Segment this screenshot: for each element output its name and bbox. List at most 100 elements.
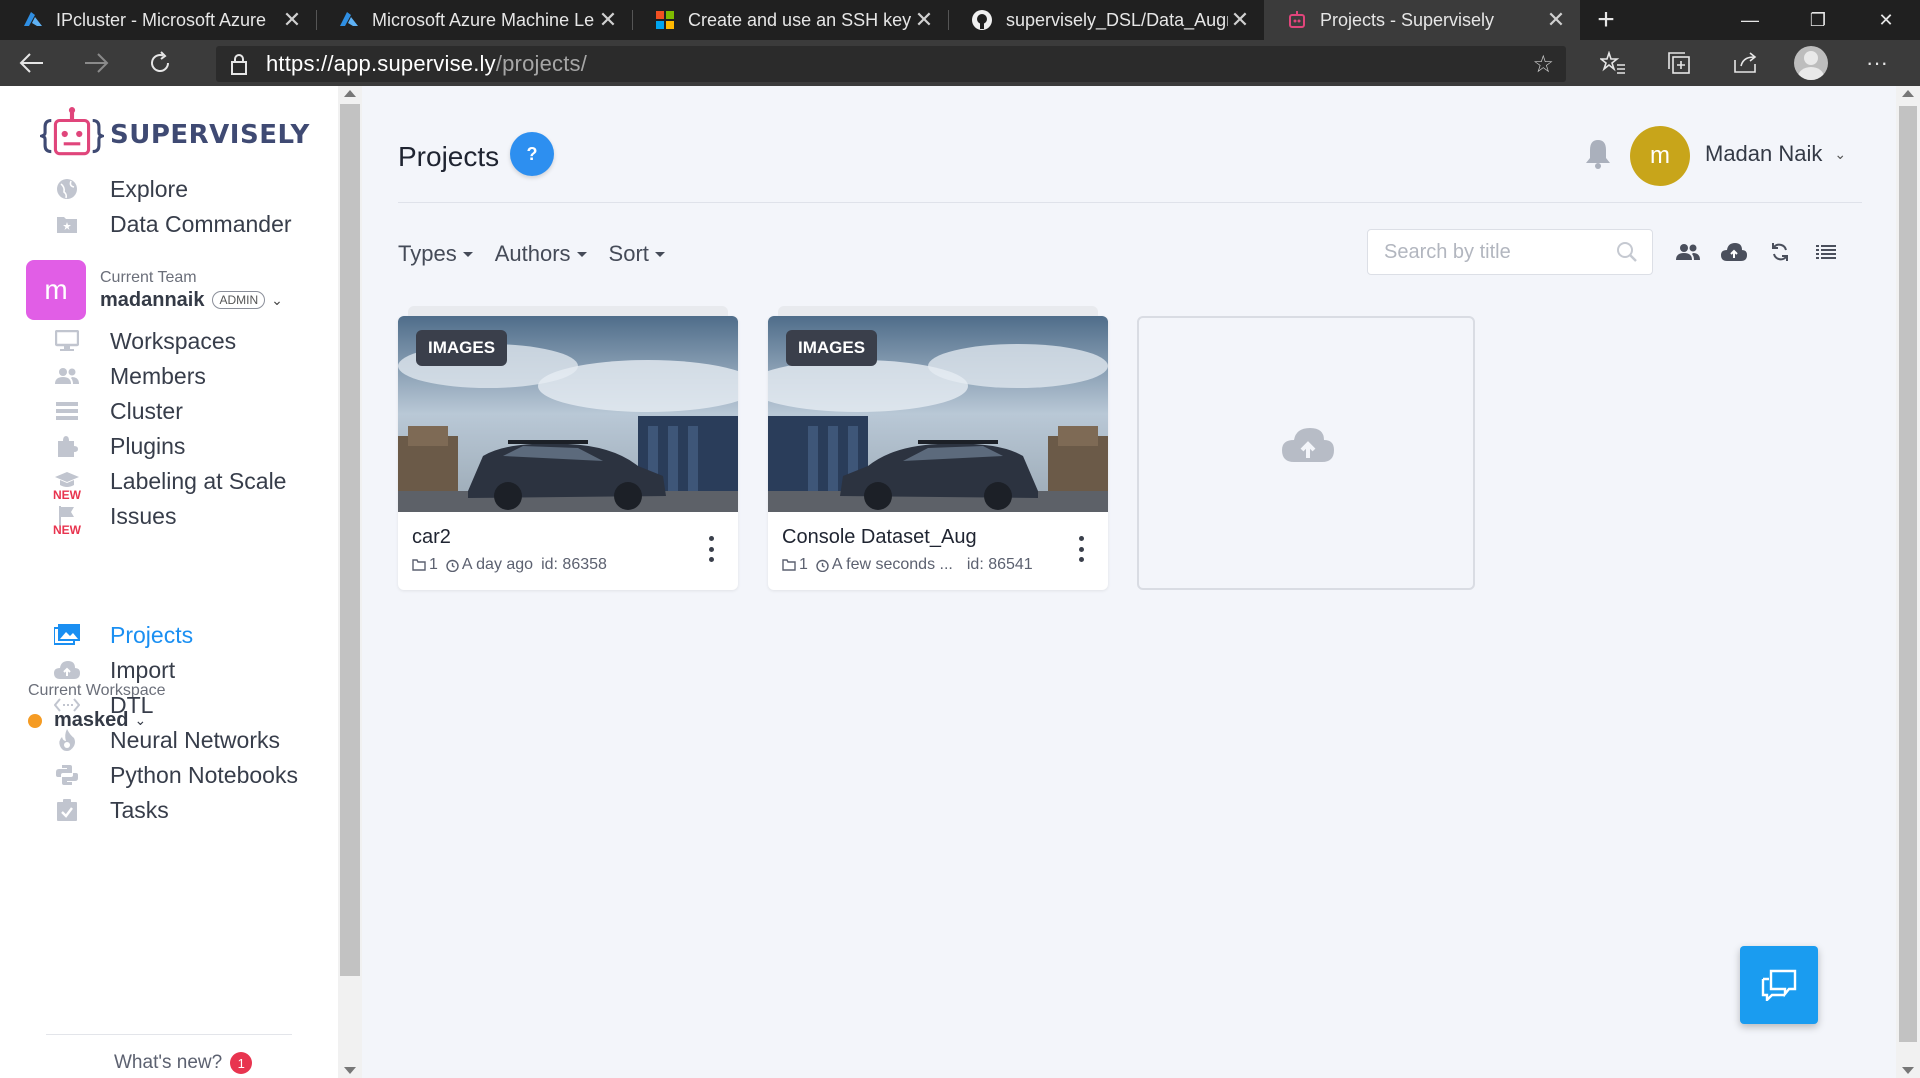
sidebar-scrollbar[interactable] bbox=[338, 86, 362, 1078]
project-card[interactable]: IMAGES Console Dataset_Aug 1 A few secon… bbox=[768, 306, 1108, 590]
sidebar-item-tasks[interactable]: Tasks bbox=[52, 793, 169, 827]
browser-toolbar: https://app.supervise.ly/projects/ ☆ ··· bbox=[0, 40, 1920, 86]
scroll-down-arrow-icon[interactable] bbox=[1902, 1067, 1914, 1074]
main-scrollbar[interactable] bbox=[1896, 86, 1920, 1078]
scrollbar-thumb[interactable] bbox=[1899, 106, 1917, 1042]
refresh-button[interactable] bbox=[128, 40, 192, 86]
sidebar-item-import[interactable]: Import bbox=[52, 653, 175, 687]
close-icon[interactable]: ✕ bbox=[596, 7, 620, 33]
sidebar-item-label: Python Notebooks bbox=[110, 761, 298, 788]
logo-text: SUPERVISELY bbox=[110, 120, 310, 150]
sidebar-item-issues[interactable]: NEW Issues bbox=[52, 499, 177, 538]
favorites-icon[interactable] bbox=[1580, 40, 1646, 86]
more-vertical-icon[interactable] bbox=[706, 536, 716, 562]
sidebar-item-cluster[interactable]: Cluster bbox=[52, 394, 183, 428]
whats-new-link[interactable]: What's new? 1 bbox=[114, 1052, 253, 1074]
folder-icon bbox=[412, 559, 426, 571]
close-icon[interactable]: ✕ bbox=[1544, 7, 1568, 33]
project-id: id: 86541 bbox=[966, 556, 1033, 573]
sidebar-item-data-commander[interactable]: Data Commander bbox=[52, 207, 292, 241]
sidebar-item-workspaces[interactable]: Workspaces bbox=[52, 324, 236, 358]
scrollbar-thumb[interactable] bbox=[340, 104, 360, 976]
browser-tab[interactable]: Create and use an SSH key ✕ bbox=[632, 0, 948, 40]
scroll-up-arrow-icon[interactable] bbox=[344, 90, 356, 97]
new-tab-button[interactable]: + bbox=[1580, 3, 1632, 37]
sidebar-item-label: Import bbox=[110, 656, 176, 683]
close-icon[interactable]: ✕ bbox=[280, 7, 304, 33]
lock-icon bbox=[231, 54, 247, 75]
refresh-icon[interactable] bbox=[1764, 236, 1796, 268]
clipboard-check-icon bbox=[52, 795, 82, 825]
close-window-button[interactable]: ✕ bbox=[1852, 0, 1920, 40]
sidebar-item-neural-networks[interactable]: Neural Networks bbox=[52, 723, 280, 757]
cloud-upload-icon bbox=[52, 655, 82, 685]
puzzle-icon bbox=[52, 431, 82, 461]
azure-icon bbox=[24, 12, 42, 26]
sidebar-item-dtl[interactable]: DTL bbox=[52, 688, 153, 722]
sidebar-item-members[interactable]: Members bbox=[52, 359, 206, 393]
browser-tab-bar: IPcluster - Microsoft Azure ✕ Microsoft … bbox=[0, 0, 1920, 40]
help-button[interactable]: ? bbox=[510, 132, 554, 176]
sidebar-item-label: Explore bbox=[110, 175, 188, 202]
role-badge: ADMIN bbox=[212, 291, 266, 309]
user-menu[interactable]: Madan Naik ⌄ bbox=[1705, 141, 1846, 167]
sort-filter[interactable]: Sort bbox=[609, 241, 665, 267]
back-button[interactable] bbox=[0, 40, 64, 86]
scroll-up-arrow-icon[interactable] bbox=[1902, 90, 1914, 97]
arrow-left-icon bbox=[19, 53, 43, 73]
authors-filter[interactable]: Authors bbox=[495, 241, 587, 267]
azure-icon bbox=[340, 12, 358, 26]
project-title[interactable]: car2 bbox=[412, 526, 451, 549]
browser-tab[interactable]: supervisely_DSL/Data_Augn ✕ bbox=[948, 0, 1264, 40]
project-type-badge: IMAGES bbox=[416, 330, 508, 366]
collections-icon[interactable] bbox=[1646, 40, 1712, 86]
sidebar-item-plugins[interactable]: Plugins bbox=[52, 429, 185, 463]
sidebar-item-label: Neural Networks bbox=[110, 726, 280, 753]
browser-tab[interactable]: Microsoft Azure Machine Le ✕ bbox=[316, 0, 632, 40]
search-icon[interactable] bbox=[1616, 241, 1638, 263]
share-icon[interactable] bbox=[1712, 40, 1778, 86]
sort-filter-label: Sort bbox=[608, 241, 649, 266]
search-input[interactable] bbox=[1384, 240, 1614, 264]
chevron-down-icon[interactable]: ⌄ bbox=[271, 292, 283, 309]
address-bar[interactable]: https://app.supervise.ly/projects/ ☆ bbox=[216, 46, 1566, 82]
close-icon[interactable]: ✕ bbox=[912, 7, 936, 33]
profile-button[interactable] bbox=[1778, 40, 1844, 86]
new-project-upload-card[interactable] bbox=[1137, 316, 1475, 590]
close-icon[interactable]: ✕ bbox=[1228, 7, 1252, 33]
project-title[interactable]: Console Dataset_Aug bbox=[782, 526, 977, 549]
browser-tools: ··· bbox=[1580, 40, 1910, 86]
user-avatar[interactable]: m bbox=[1630, 126, 1690, 186]
list-view-icon[interactable] bbox=[1810, 236, 1842, 268]
chat-bubbles-icon bbox=[1761, 969, 1797, 1001]
more-vertical-icon[interactable] bbox=[1076, 536, 1086, 562]
browser-tab-active[interactable]: Projects - Supervisely ✕ bbox=[1264, 0, 1580, 40]
team-switcher[interactable]: m Current Team madannaik ADMIN ⌄ bbox=[26, 260, 283, 320]
more-menu-icon[interactable]: ··· bbox=[1844, 40, 1910, 86]
scroll-down-arrow-icon[interactable] bbox=[344, 1067, 356, 1074]
share-users-icon[interactable] bbox=[1672, 236, 1704, 268]
favorite-star-icon[interactable]: ☆ bbox=[1532, 50, 1554, 79]
bell-icon[interactable] bbox=[1584, 138, 1612, 170]
cloud-upload-icon[interactable] bbox=[1718, 236, 1750, 268]
url-path: /projects/ bbox=[495, 51, 588, 76]
minimize-button[interactable]: — bbox=[1716, 0, 1784, 40]
types-filter[interactable]: Types bbox=[398, 241, 473, 267]
sidebar-item-label: Issues bbox=[110, 502, 177, 529]
browser-tab[interactable]: IPcluster - Microsoft Azure ✕ bbox=[0, 0, 316, 40]
cluster-icon bbox=[52, 396, 82, 426]
chat-support-button[interactable] bbox=[1740, 946, 1818, 1024]
page-title: Projects bbox=[398, 141, 500, 172]
sidebar-item-explore[interactable]: Explore bbox=[52, 172, 188, 206]
forward-button[interactable] bbox=[64, 40, 128, 86]
project-toolbar bbox=[1672, 236, 1842, 268]
project-card[interactable]: IMAGES car2 1 A day ago id: 86358 bbox=[398, 306, 738, 590]
sidebar-item-projects[interactable]: Projects bbox=[52, 618, 193, 652]
sidebar-item-labeling-at-scale[interactable]: NEW Labeling at Scale bbox=[52, 464, 286, 503]
supervisely-logo-icon bbox=[40, 107, 104, 156]
clock-icon bbox=[816, 559, 829, 572]
image-gallery-icon bbox=[52, 620, 82, 650]
sidebar-item-python-notebooks[interactable]: Python Notebooks bbox=[52, 758, 298, 792]
restore-button[interactable]: ❐ bbox=[1784, 0, 1852, 40]
app-logo[interactable]: SUPERVISELY bbox=[40, 106, 310, 164]
